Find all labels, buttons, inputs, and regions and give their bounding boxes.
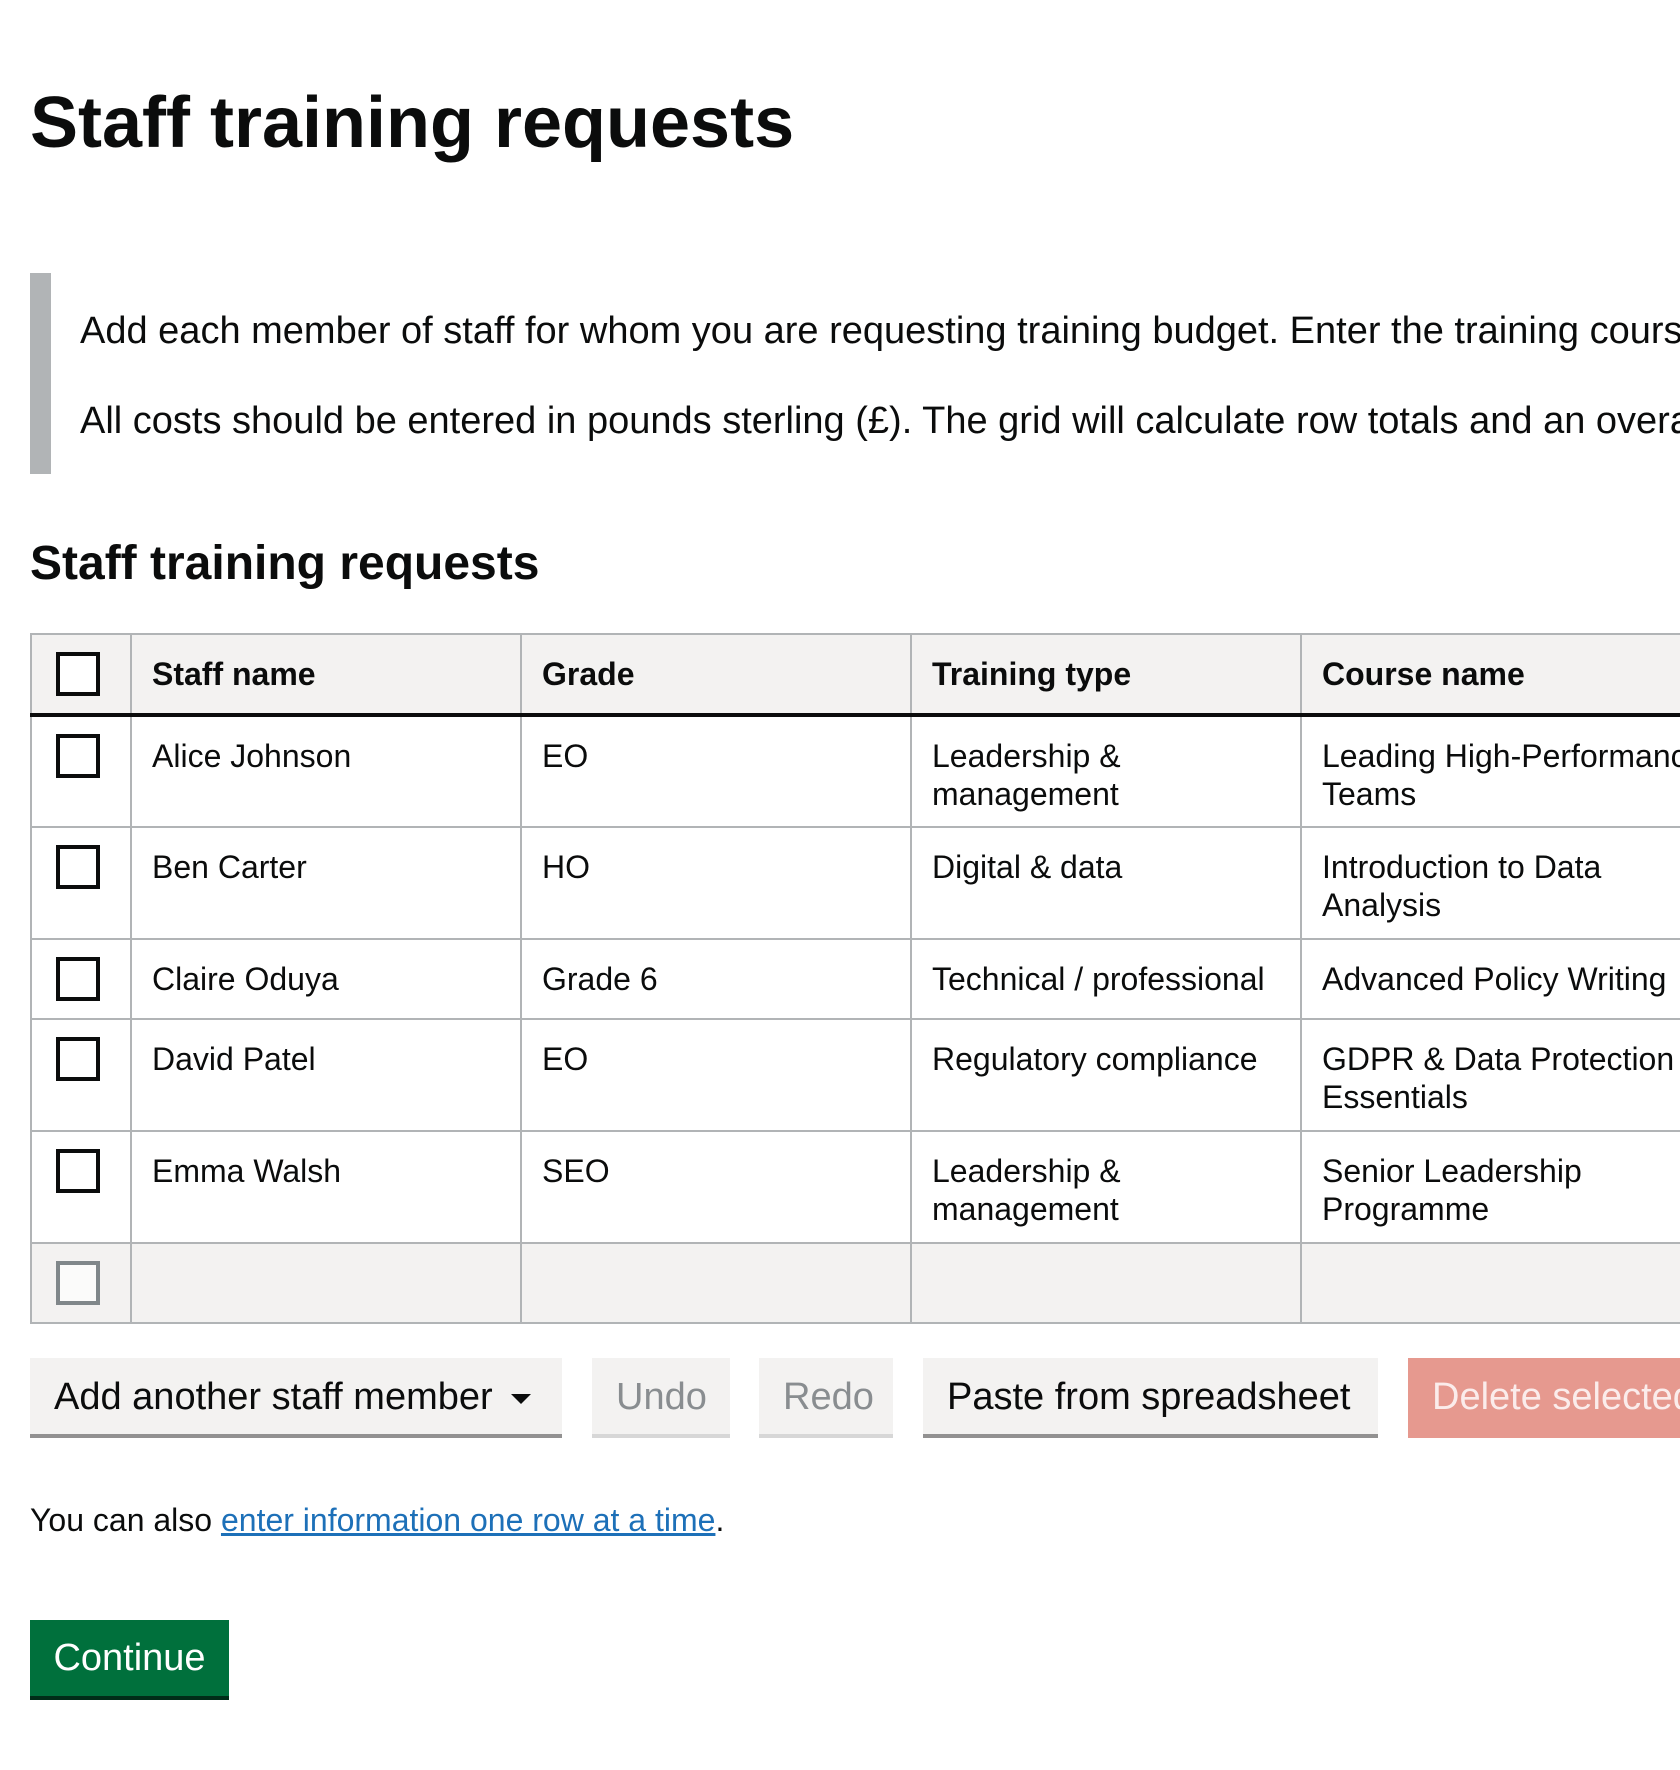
chevron-down-icon — [510, 1393, 531, 1404]
grid-header-row: Staff name Grade Training type Course na… — [30, 633, 1680, 717]
column-header-grade[interactable]: Grade — [520, 633, 912, 717]
cell-staff-name[interactable]: Alice Johnson — [130, 714, 522, 828]
inset-paragraph-instructions: Add each member of staff for whom you ar… — [80, 310, 1680, 352]
paste-from-spreadsheet-button[interactable]: Paste from spreadsheet — [923, 1358, 1378, 1438]
cell-course-name[interactable]: GDPR & Data Protection Essentials — [1300, 1018, 1680, 1132]
inset-paragraph-costs: All costs should be entered in pounds st… — [80, 400, 1680, 442]
cell-course-name[interactable] — [1300, 1242, 1680, 1324]
continue-button[interactable]: Continue — [30, 1620, 229, 1700]
table-row: Ben Carter HO Digital & data Introductio… — [30, 826, 1680, 940]
select-all-checkbox[interactable] — [56, 652, 100, 696]
cell-training-type[interactable]: Leadership & management — [910, 714, 1302, 828]
table-row: Emma Walsh SEO Leadership & management S… — [30, 1130, 1680, 1244]
cell-course-name[interactable]: Advanced Policy Writing — [1300, 938, 1680, 1020]
row-select-cell — [30, 1130, 132, 1244]
table-row: Claire Oduya Grade 6 Technical / profess… — [30, 938, 1680, 1020]
cell-grade[interactable]: EO — [520, 1018, 912, 1132]
delete-selected-button[interactable]: Delete selected — [1408, 1358, 1680, 1438]
row-select-cell — [30, 1242, 132, 1324]
column-header-course-name[interactable]: Course name — [1300, 633, 1680, 717]
cell-grade[interactable] — [520, 1242, 912, 1324]
add-staff-member-label: Add another staff member — [54, 1376, 493, 1418]
row-checkbox[interactable] — [56, 1037, 100, 1081]
grid-title: Staff training requests — [30, 537, 540, 590]
cell-grade[interactable]: EO — [520, 714, 912, 828]
data-grid: Staff name Grade Training type Course na… — [30, 633, 1680, 1327]
row-checkbox[interactable] — [56, 957, 100, 1001]
undo-button[interactable]: Undo — [592, 1358, 730, 1438]
select-all-cell — [30, 633, 132, 717]
row-checkbox[interactable] — [56, 734, 100, 778]
cell-staff-name[interactable]: David Patel — [130, 1018, 522, 1132]
cell-grade[interactable]: HO — [520, 826, 912, 940]
cell-grade[interactable]: SEO — [520, 1130, 912, 1244]
row-select-cell — [30, 826, 132, 940]
column-header-staff-name[interactable]: Staff name — [130, 633, 522, 717]
cell-training-type[interactable] — [910, 1242, 1302, 1324]
row-select-cell — [30, 714, 132, 828]
cell-course-name[interactable]: Leading High-Performance Teams — [1300, 714, 1680, 828]
cell-course-name[interactable]: Introduction to Data Analysis — [1300, 826, 1680, 940]
redo-button[interactable]: Redo — [759, 1358, 893, 1438]
column-header-training-type[interactable]: Training type — [910, 633, 1302, 717]
row-checkbox[interactable] — [56, 1261, 100, 1305]
page: Staff training requests Add each member … — [0, 0, 1680, 1770]
cell-training-type[interactable]: Leadership & management — [910, 1130, 1302, 1244]
hint-prefix: You can also — [30, 1502, 221, 1538]
add-staff-member-button[interactable]: Add another staff member — [30, 1358, 562, 1438]
cell-staff-name[interactable]: Emma Walsh — [130, 1130, 522, 1244]
row-checkbox[interactable] — [56, 845, 100, 889]
page-title: Staff training requests — [30, 83, 795, 163]
hint-suffix: . — [715, 1502, 725, 1538]
cell-training-type[interactable]: Technical / professional — [910, 938, 1302, 1020]
cell-staff-name[interactable]: Claire Oduya — [130, 938, 522, 1020]
grid-table: Staff name Grade Training type Course na… — [30, 633, 1680, 1324]
empty-new-row — [30, 1242, 1680, 1324]
cell-training-type[interactable]: Digital & data — [910, 826, 1302, 940]
inset-text: Add each member of staff for whom you ar… — [30, 273, 1680, 474]
alternative-entry-hint: You can also enter information one row a… — [30, 1500, 724, 1540]
cell-staff-name[interactable] — [130, 1242, 522, 1324]
table-row: Alice Johnson EO Leadership & management… — [30, 714, 1680, 828]
cell-grade[interactable]: Grade 6 — [520, 938, 912, 1020]
row-select-cell — [30, 938, 132, 1020]
cell-staff-name[interactable]: Ben Carter — [130, 826, 522, 940]
cell-training-type[interactable]: Regulatory compliance — [910, 1018, 1302, 1132]
one-row-at-a-time-link[interactable]: enter information one row at a time — [221, 1502, 715, 1538]
row-checkbox[interactable] — [56, 1149, 100, 1193]
cell-course-name[interactable]: Senior Leadership Programme — [1300, 1130, 1680, 1244]
table-row: David Patel EO Regulatory compliance GDP… — [30, 1018, 1680, 1132]
row-select-cell — [30, 1018, 132, 1132]
